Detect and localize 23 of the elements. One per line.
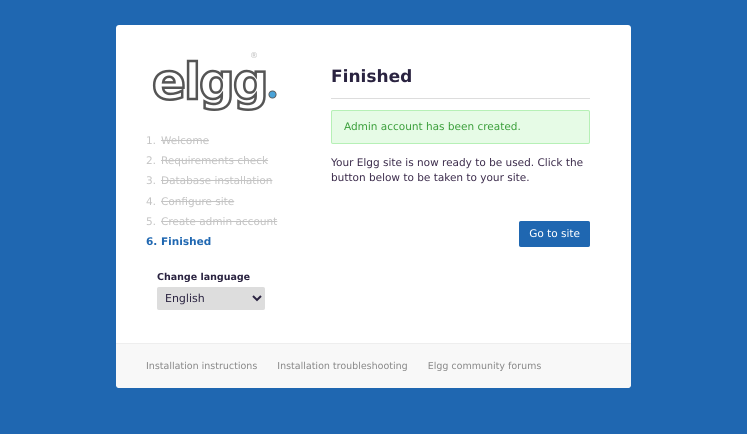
dot-icon xyxy=(268,90,277,99)
language-select[interactable]: English xyxy=(157,287,265,310)
step-label: Finished xyxy=(161,236,212,248)
registered-mark: ® xyxy=(250,51,258,60)
step-label: Welcome xyxy=(161,135,210,148)
footer-link[interactable]: Installation instructions xyxy=(146,360,258,372)
page-title: Finished xyxy=(331,67,590,99)
footer-link[interactable]: Installation troubleshooting xyxy=(277,360,408,372)
step-number: 6. xyxy=(146,236,154,248)
footer-link[interactable]: Elgg community forums xyxy=(428,360,542,372)
step-label: Requirements check xyxy=(161,155,268,168)
language-label: Change language xyxy=(157,272,252,284)
step-label: Database installation xyxy=(161,175,272,188)
body-text: Your Elgg site is now ready to be used. Click the button below to be taken to your site. xyxy=(331,156,584,186)
step-number: 2. xyxy=(146,155,154,168)
step-number: 1. xyxy=(146,135,154,148)
step-number: 3. xyxy=(146,175,154,188)
step-label: Create admin account xyxy=(161,216,278,228)
go-to-site-button[interactable]: Go to site xyxy=(519,221,590,247)
step-label: Configure site xyxy=(161,196,234,208)
step-number: 4. xyxy=(146,196,154,208)
step-number: 5. xyxy=(146,216,154,228)
success-message: Admin account has been created. xyxy=(331,110,590,144)
